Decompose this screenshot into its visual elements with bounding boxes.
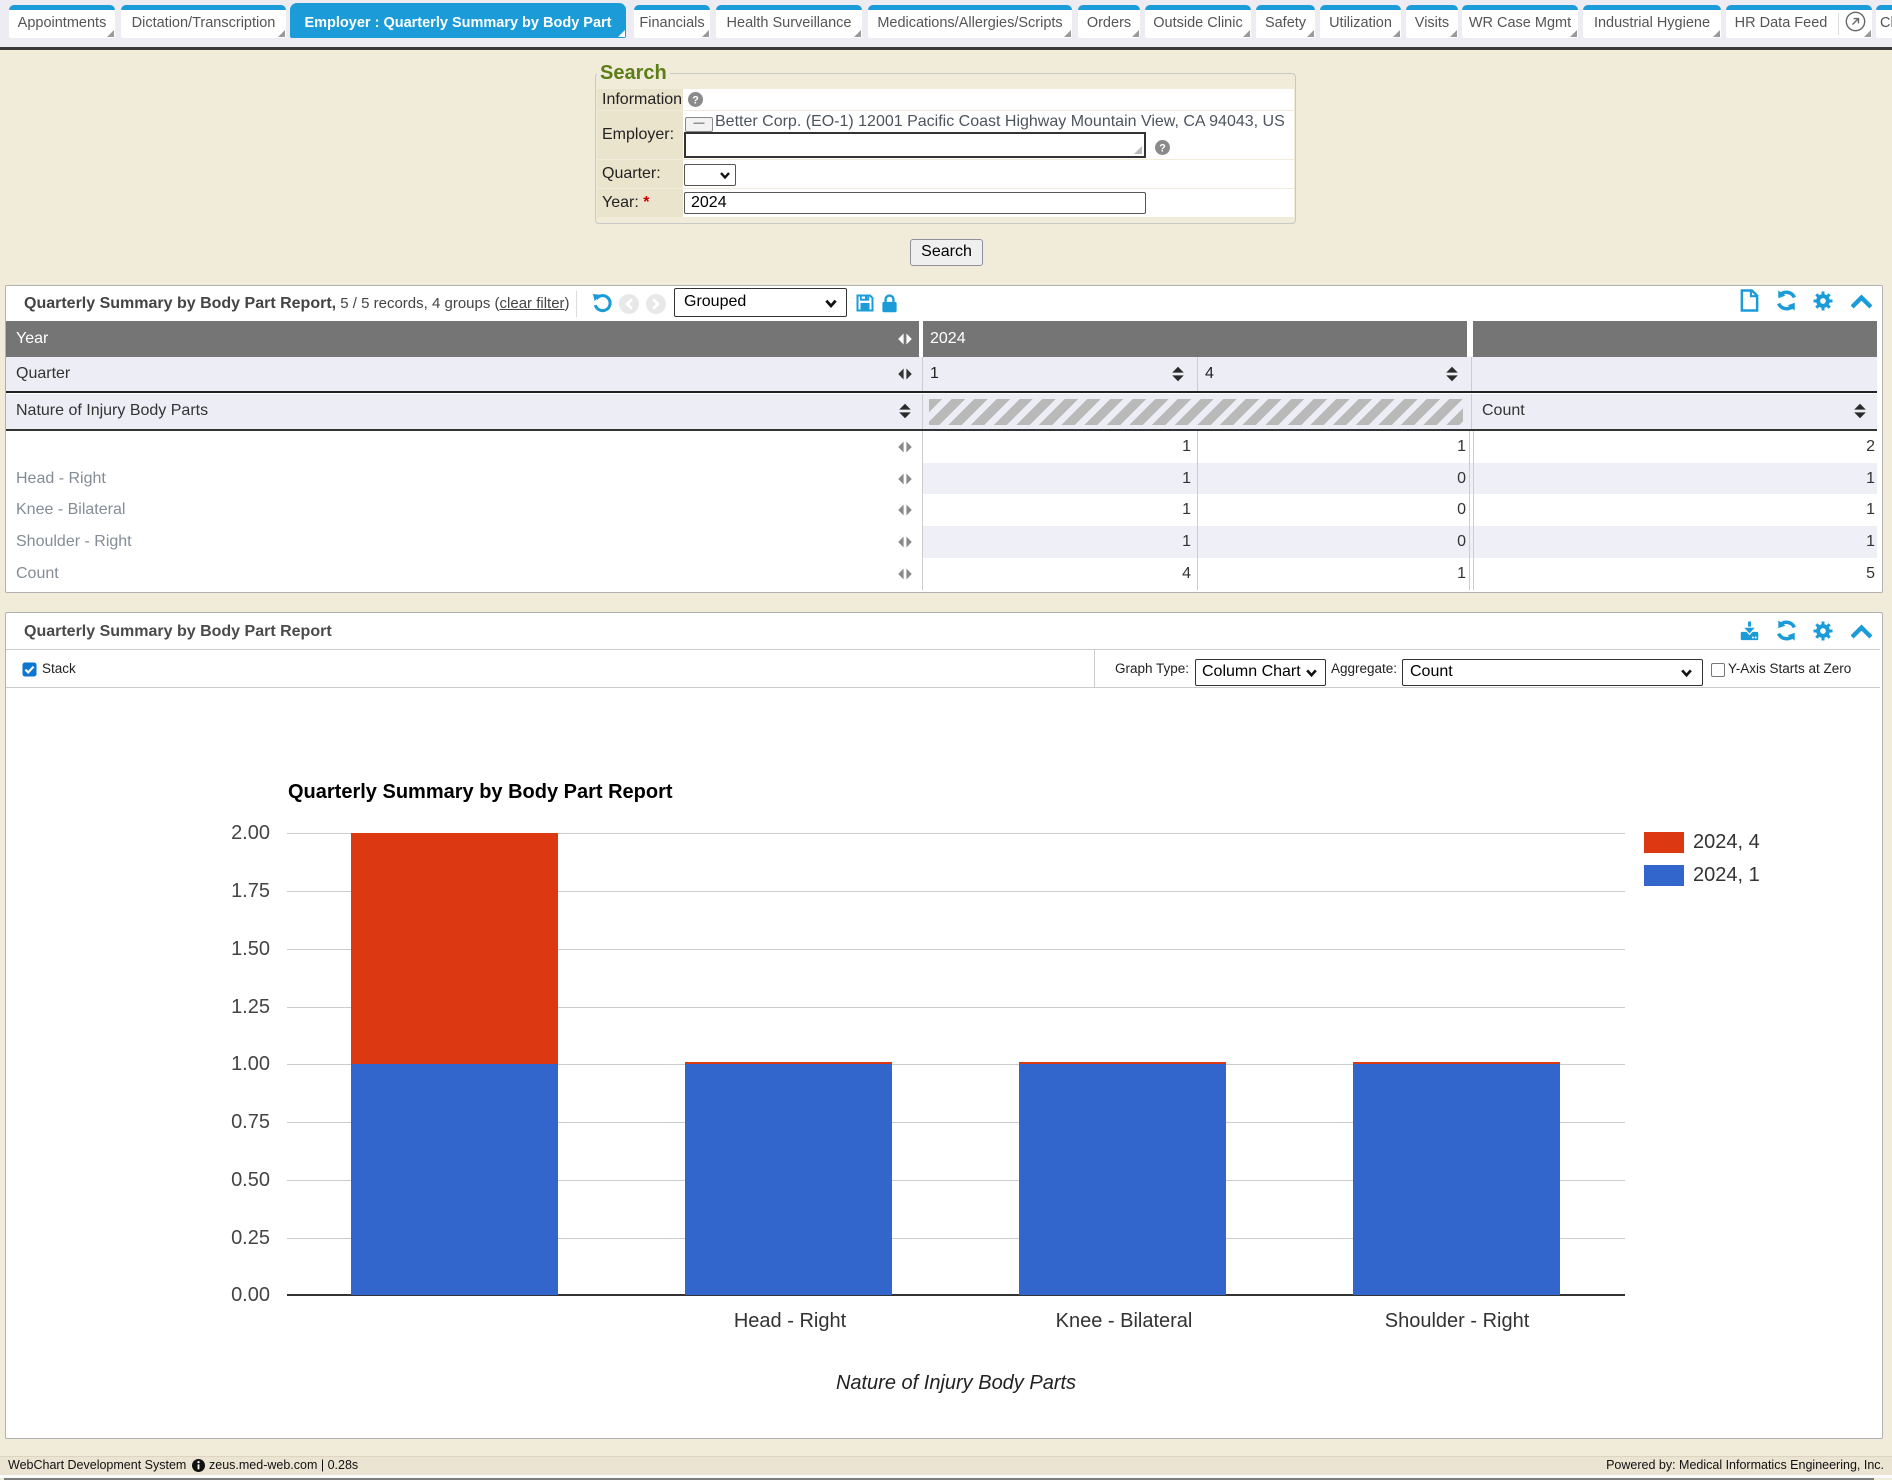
svg-text:?: ? <box>1159 142 1166 154</box>
svg-text:?: ? <box>692 94 699 106</box>
